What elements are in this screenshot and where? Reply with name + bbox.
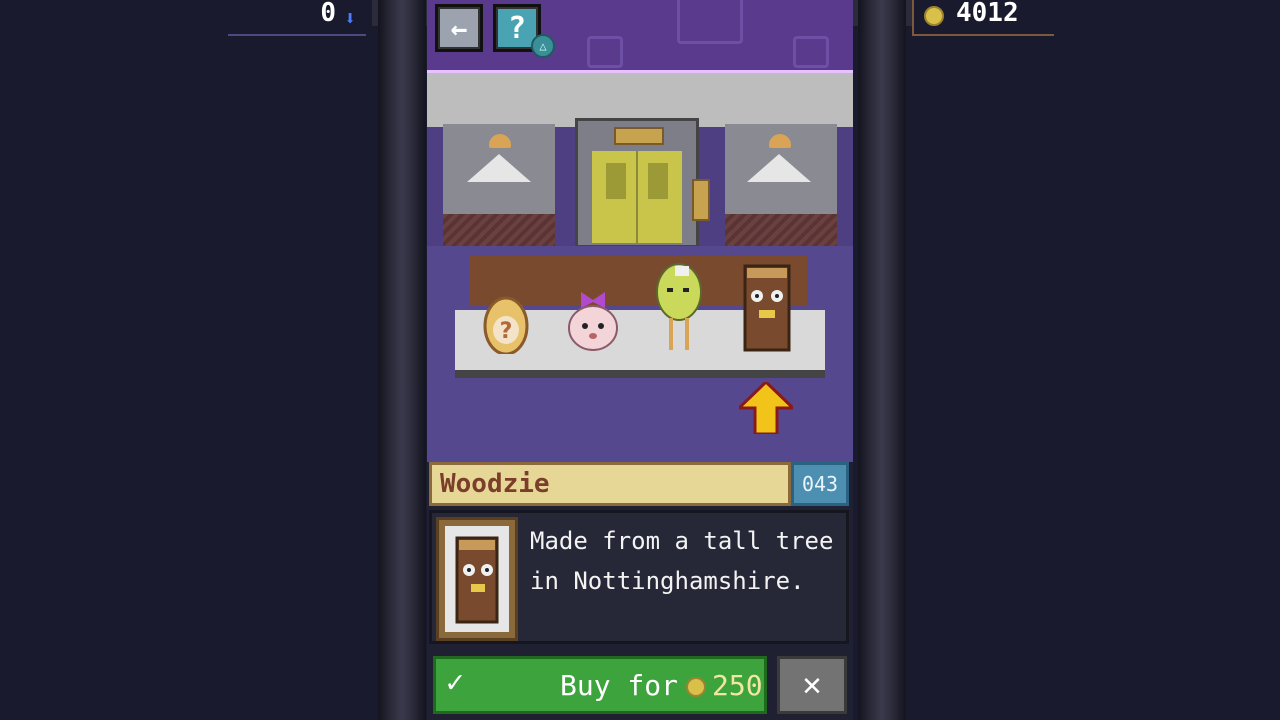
gem-counter: 0 ⬇ bbox=[228, 0, 366, 36]
item-name-bar: Woodzie bbox=[429, 462, 791, 506]
shop-scene: ? bbox=[427, 70, 853, 462]
bag-decoration bbox=[793, 36, 829, 68]
back-button[interactable]: ← bbox=[435, 4, 483, 52]
back-arrow-icon: ← bbox=[440, 9, 478, 47]
portrait-card bbox=[445, 526, 509, 632]
bag-decoration bbox=[677, 0, 743, 44]
shop-panel: ← ? △ ? Woodzie 043 Made from a tall tre… bbox=[427, 0, 853, 720]
close-button[interactable]: ✕ bbox=[777, 656, 847, 714]
triangle-button-icon: △ bbox=[531, 34, 555, 58]
light-beam bbox=[467, 154, 531, 182]
blue-arrow-down-icon: ⬇ bbox=[343, 6, 356, 30]
shop-header: ← ? △ bbox=[427, 0, 853, 70]
elevator-sign bbox=[614, 127, 664, 145]
elevator-button-panel bbox=[692, 179, 710, 221]
elevator bbox=[575, 118, 710, 248]
item-number-badge: 043 bbox=[791, 462, 849, 506]
lamp-icon bbox=[489, 134, 511, 148]
pink-blob-character[interactable] bbox=[565, 288, 621, 354]
item-description-box: Made from a tall tree in Nottinghamshire… bbox=[429, 510, 849, 644]
selection-arrow-icon bbox=[739, 382, 793, 434]
left-window bbox=[443, 124, 555, 254]
gem-count: 0 bbox=[320, 0, 336, 28]
lamp-icon bbox=[769, 134, 791, 148]
pillar-left bbox=[378, 0, 426, 720]
check-icon: ✓ bbox=[446, 665, 465, 700]
coin-icon bbox=[924, 6, 944, 26]
woodzie-character[interactable] bbox=[739, 262, 795, 354]
svg-text:?: ? bbox=[500, 319, 513, 344]
window-floor bbox=[443, 214, 555, 246]
yellow-egghead-character[interactable] bbox=[653, 262, 705, 354]
right-window bbox=[725, 124, 837, 254]
coin-icon bbox=[686, 677, 706, 697]
bag-decoration bbox=[587, 36, 623, 68]
buy-button[interactable]: ✓ Buy for 250 bbox=[433, 656, 767, 714]
light-beam bbox=[747, 154, 811, 182]
mystery-egg-character[interactable]: ? bbox=[483, 292, 529, 354]
coin-count: 4012 bbox=[956, 0, 1019, 28]
item-name: Woodzie bbox=[440, 469, 550, 499]
question-icon: ? bbox=[498, 9, 536, 47]
item-portrait bbox=[436, 517, 518, 641]
item-description: Made from a tall tree in Nottinghamshire… bbox=[530, 527, 834, 595]
pillar-right bbox=[858, 0, 906, 720]
buy-price: 250 bbox=[712, 669, 763, 702]
buy-label: Buy for bbox=[560, 669, 679, 702]
window-floor bbox=[725, 214, 837, 246]
elevator-door bbox=[592, 151, 682, 243]
woodzie-portrait-icon bbox=[455, 536, 499, 624]
coin-counter: 4012 bbox=[912, 0, 1054, 36]
